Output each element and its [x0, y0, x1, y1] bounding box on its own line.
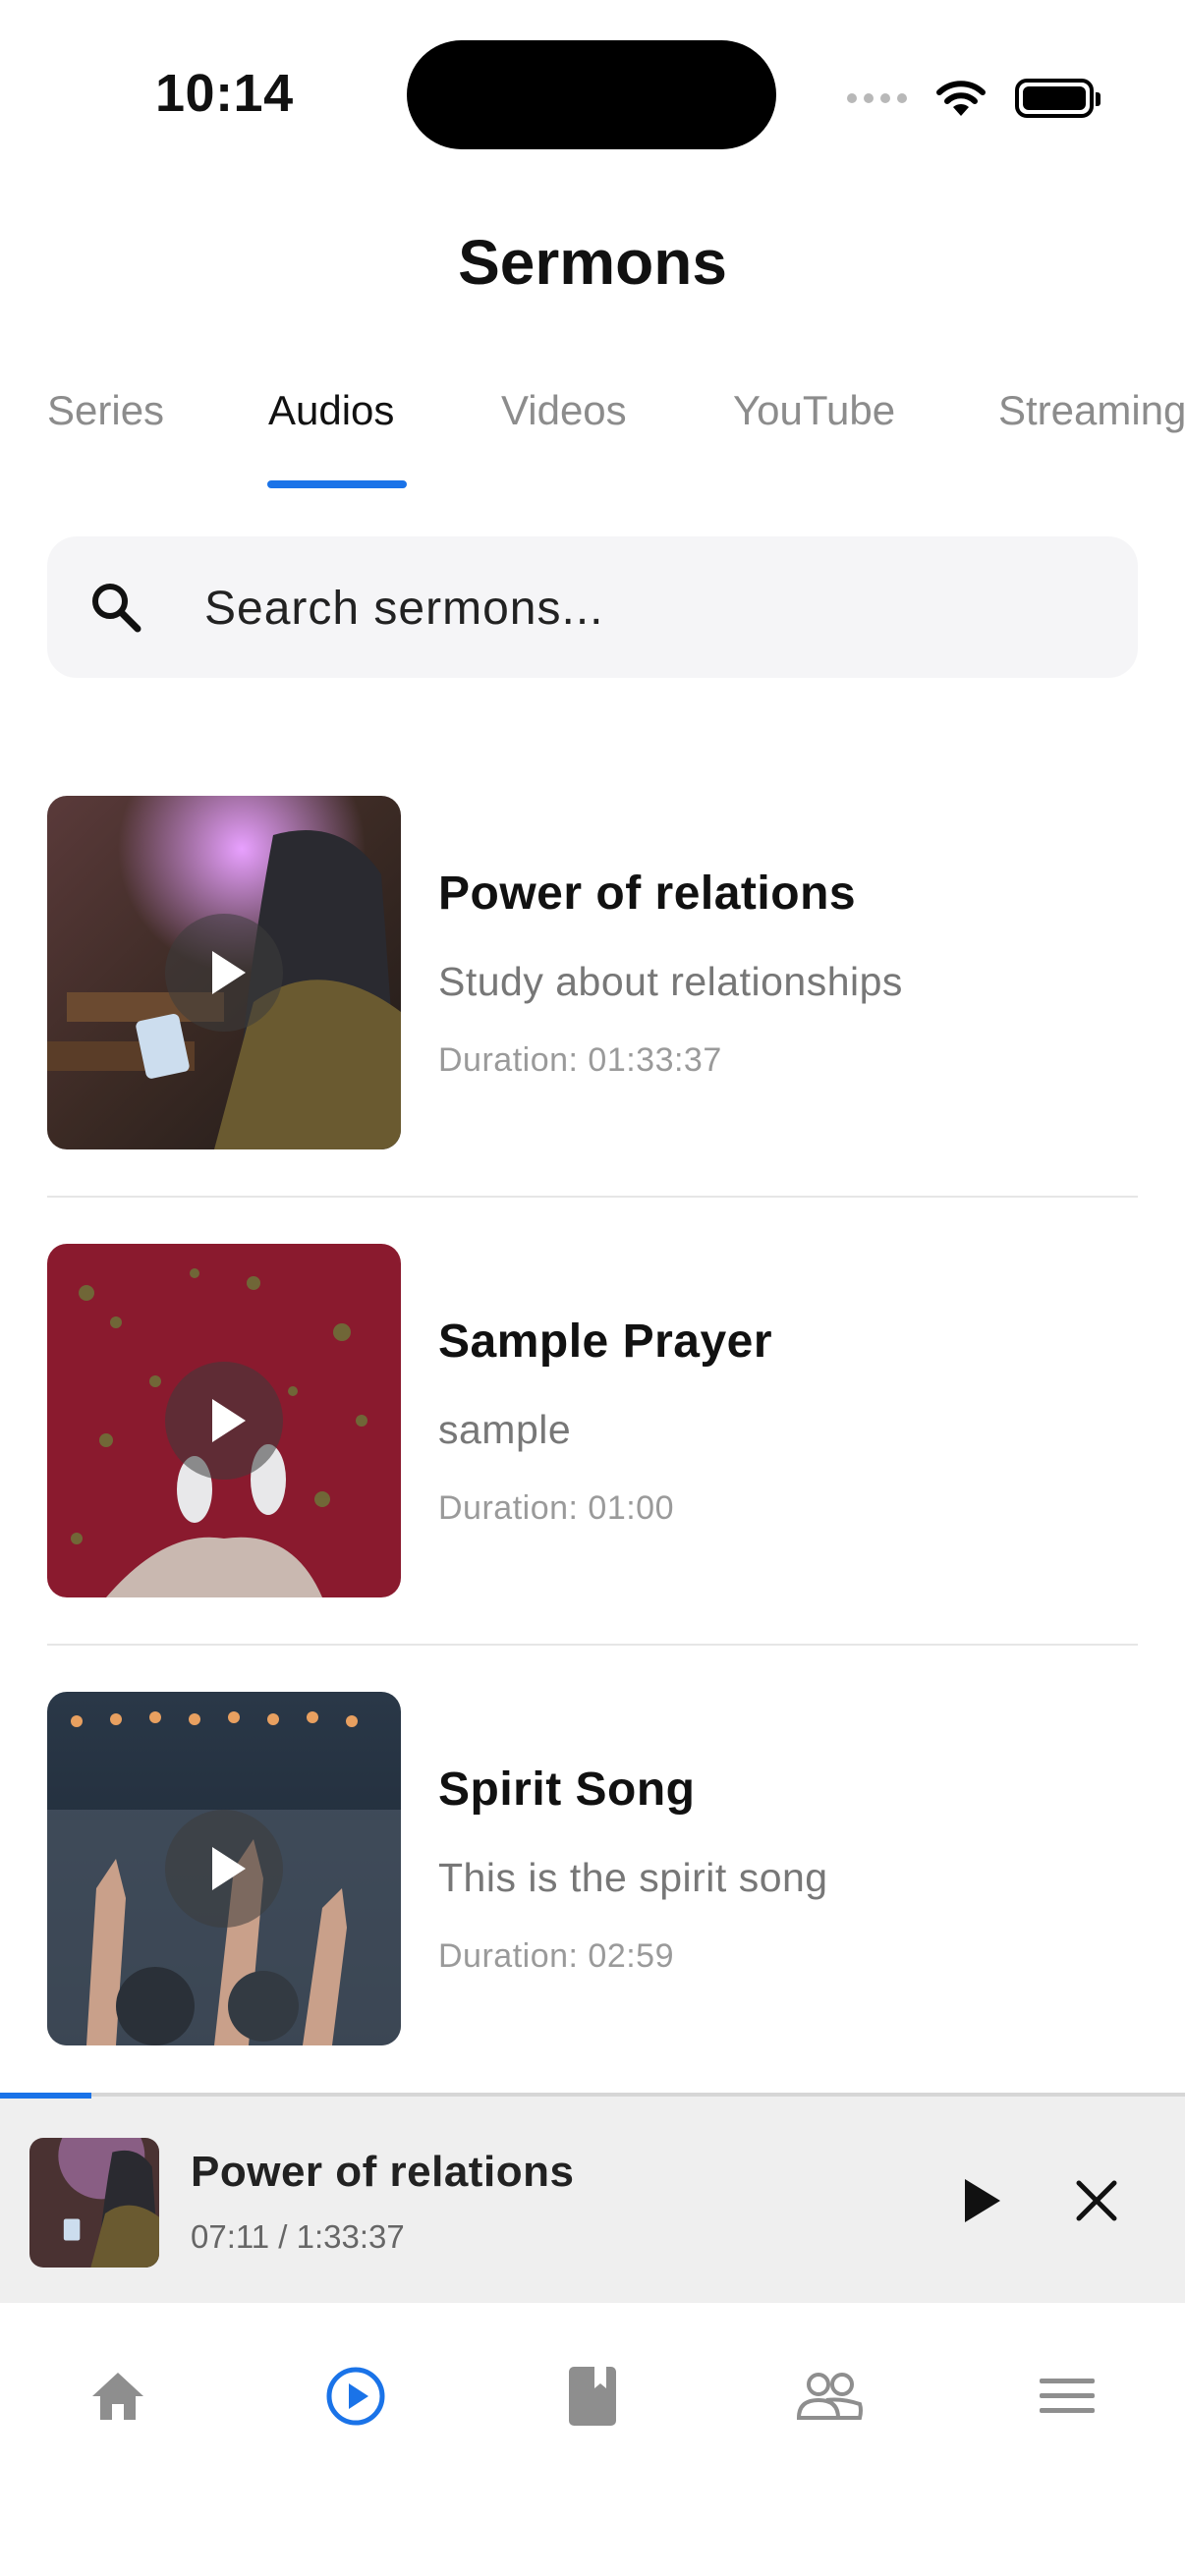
divider	[47, 1644, 1138, 1646]
search-input[interactable]	[202, 536, 1091, 680]
sermon-title: Power of relations	[438, 868, 857, 920]
cellular-signal-icon	[847, 93, 907, 103]
tab-series[interactable]: Series	[47, 387, 164, 434]
sermon-thumbnail[interactable]	[47, 1692, 401, 2045]
list-item[interactable]: Sample Prayer sample Duration: 01:00	[47, 1244, 1138, 1597]
sermon-duration: Duration: 02:59	[438, 1937, 674, 1975]
sermon-duration: Duration: 01:33:37	[438, 1041, 722, 1079]
mini-player[interactable]: Power of relations 07:11 / 1:33:37	[0, 2093, 1185, 2303]
nav-bible[interactable]	[534, 2352, 651, 2440]
sermon-subtitle: sample	[438, 1407, 572, 1452]
sermon-title: Sample Prayer	[438, 1316, 773, 1368]
tab-bar: Series Audios Videos YouTube Streaming	[0, 387, 1185, 495]
sermon-subtitle: This is the spirit song	[438, 1855, 828, 1900]
search-bar[interactable]	[47, 536, 1138, 680]
nav-home[interactable]	[59, 2352, 177, 2440]
player-thumbnail	[29, 2138, 159, 2268]
tab-streaming[interactable]: Streaming	[998, 387, 1185, 434]
sermon-thumbnail[interactable]	[47, 1244, 401, 1597]
tab-audios[interactable]: Audios	[268, 387, 394, 434]
page-title: Sermons	[458, 227, 727, 298]
player-time: 07:11 / 1:33:37	[191, 2218, 405, 2255]
menu-icon	[1040, 2379, 1095, 2413]
player-title: Power of relations	[191, 2148, 575, 2196]
sermon-title: Spirit Song	[438, 1764, 696, 1816]
book-icon	[569, 2367, 616, 2426]
player-progress-track[interactable]	[0, 2093, 1185, 2097]
home-icon	[92, 2373, 143, 2420]
status-time: 10:14	[155, 64, 294, 123]
play-icon[interactable]	[165, 1362, 283, 1480]
active-tab-indicator	[267, 480, 407, 488]
nav-menu[interactable]	[1008, 2352, 1126, 2440]
list-item[interactable]: Power of relations Study about relations…	[47, 796, 1138, 1149]
list-item[interactable]: Spirit Song This is the spirit song Dura…	[47, 1692, 1138, 2045]
sermon-thumbnail[interactable]	[47, 796, 401, 1149]
sermon-duration: Duration: 01:00	[438, 1489, 674, 1527]
search-icon	[92, 584, 141, 633]
battery-icon	[1015, 79, 1100, 118]
divider	[47, 1196, 1138, 1198]
tab-youtube[interactable]: YouTube	[733, 387, 895, 434]
status-icons	[847, 69, 1100, 128]
wifi-icon	[936, 81, 986, 116]
play-icon[interactable]	[951, 2171, 1010, 2230]
people-icon	[796, 2373, 863, 2420]
play-icon[interactable]	[165, 1810, 283, 1928]
play-icon[interactable]	[165, 914, 283, 1032]
dynamic-island	[407, 40, 776, 149]
tab-videos[interactable]: Videos	[501, 387, 627, 434]
bottom-nav	[0, 2303, 1185, 2576]
play-circle-icon	[326, 2367, 385, 2426]
close-icon[interactable]	[1067, 2171, 1126, 2230]
nav-community[interactable]	[770, 2352, 888, 2440]
sermon-subtitle: Study about relationships	[438, 959, 903, 1004]
nav-sermons[interactable]	[297, 2352, 415, 2440]
player-progress-bar	[0, 2093, 91, 2099]
